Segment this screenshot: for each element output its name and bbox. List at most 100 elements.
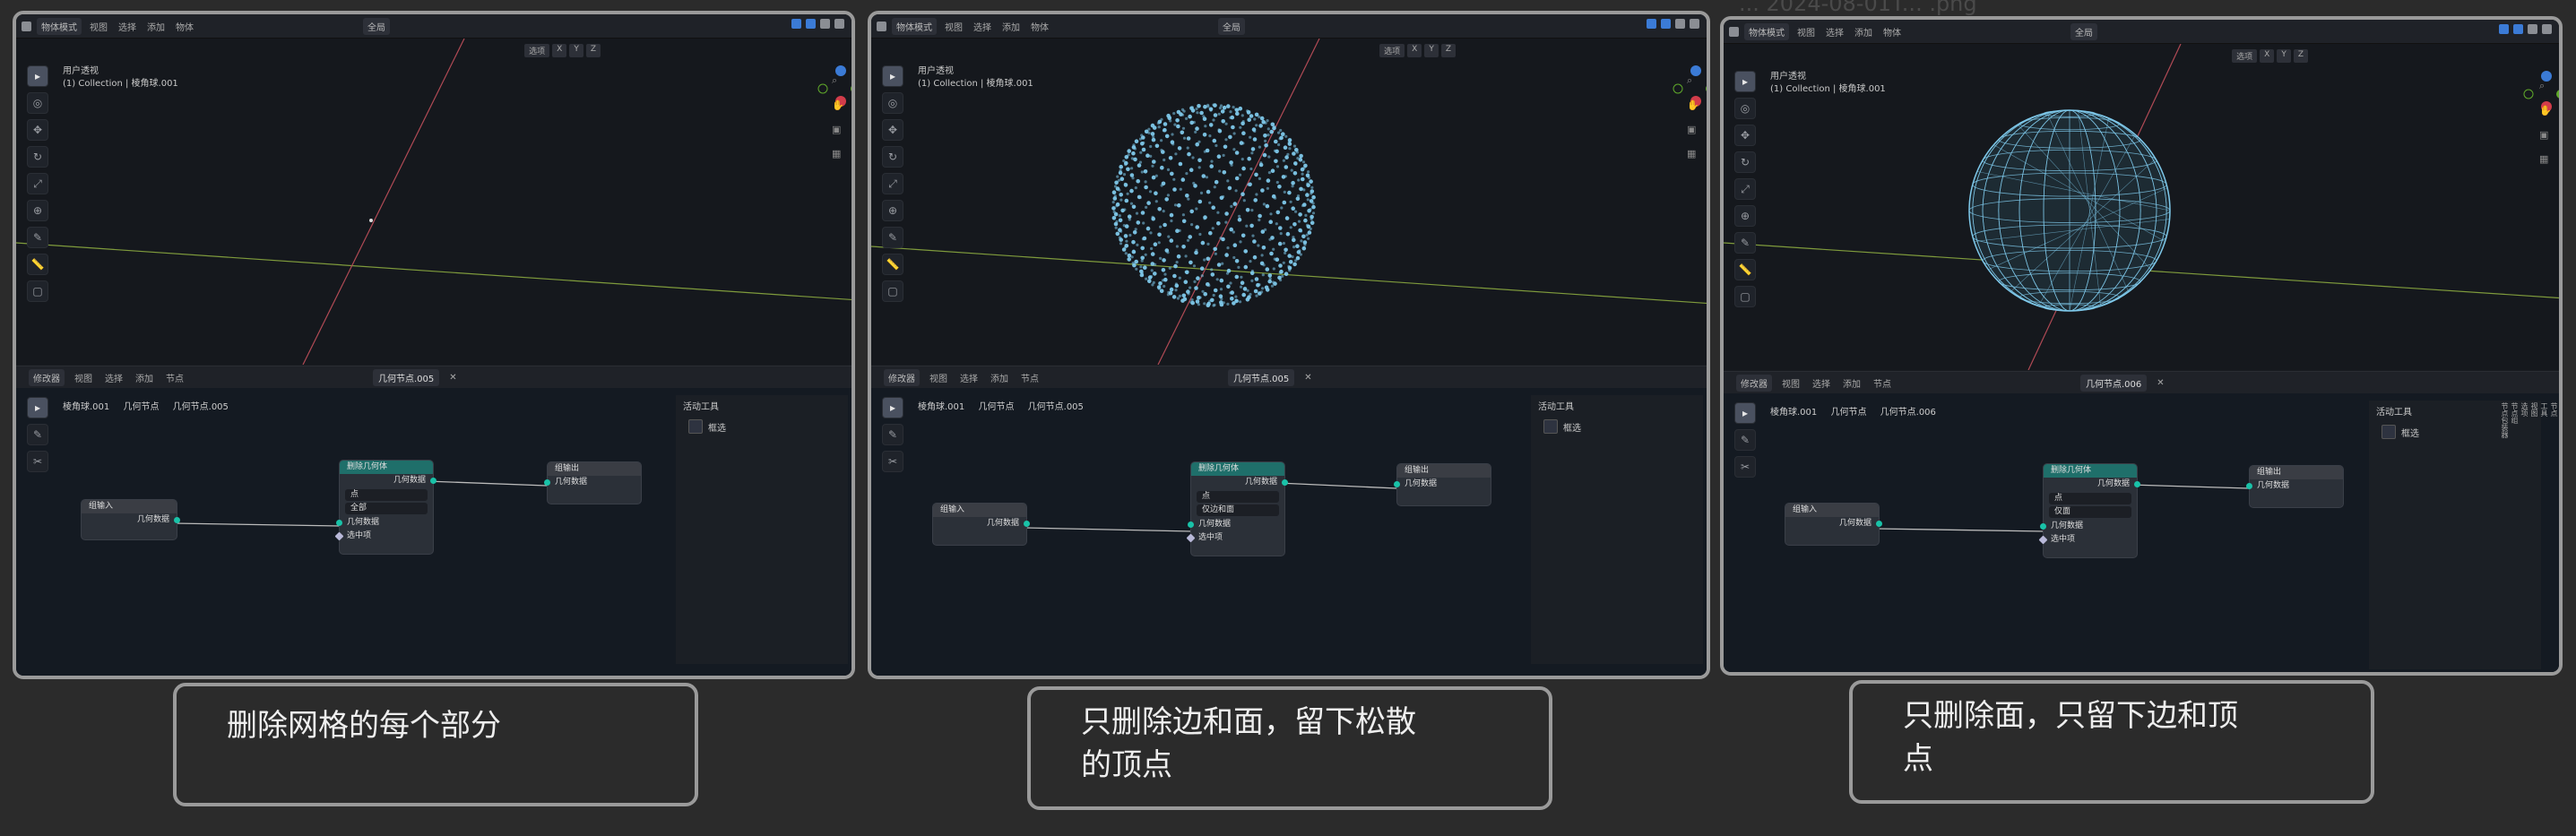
- shading-material-icon[interactable]: [834, 19, 844, 29]
- cursor-tool-icon[interactable]: ◎: [1734, 98, 1756, 119]
- ne-menu-select[interactable]: 选择: [102, 371, 125, 384]
- scale-tool-icon[interactable]: ⤢: [1734, 178, 1756, 200]
- gizmo-icon[interactable]: [1661, 19, 1671, 29]
- overlay-icon[interactable]: [1647, 19, 1656, 29]
- editor-type-icon[interactable]: [1729, 26, 1739, 37]
- domain-dropdown[interactable]: 点: [2049, 493, 2131, 504]
- cursor-tool-icon[interactable]: ◎: [27, 92, 48, 114]
- group-output-node[interactable]: 组输出 几何数据: [1394, 463, 1491, 506]
- menu-view[interactable]: 视图: [1794, 25, 1818, 39]
- axis-z-toggle[interactable]: Z: [1440, 44, 1456, 57]
- shading-solid-icon[interactable]: [2528, 24, 2537, 34]
- node-tree-selector[interactable]: 几何节点.005: [1228, 368, 1295, 386]
- domain-dropdown[interactable]: 点: [345, 489, 428, 501]
- add-cube-tool-icon[interactable]: ▢: [27, 280, 48, 302]
- zoom-icon[interactable]: ⌕: [832, 74, 846, 87]
- close-tree-icon[interactable]: ✕: [2154, 378, 2166, 388]
- zoom-icon[interactable]: ⌕: [2539, 80, 2554, 92]
- select-tool-icon[interactable]: ▸: [1734, 71, 1756, 92]
- measure-tool-icon[interactable]: 📏: [27, 254, 48, 275]
- group-input-node[interactable]: 组输入 几何数据: [81, 499, 180, 540]
- editor-mode-dropdown[interactable]: 修改器: [1736, 374, 1772, 392]
- shading-material-icon[interactable]: [2542, 24, 2552, 34]
- menu-view[interactable]: 视图: [942, 20, 965, 33]
- menu-view[interactable]: 视图: [87, 20, 110, 33]
- ne-menu-node[interactable]: 节点: [1018, 371, 1042, 384]
- annotate-tool-icon[interactable]: ✎: [27, 227, 48, 248]
- ne-menu-select[interactable]: 选择: [1810, 376, 1833, 390]
- ne-menu-view[interactable]: 视图: [1779, 376, 1802, 390]
- menu-add[interactable]: 添加: [1852, 25, 1875, 39]
- measure-tool-icon[interactable]: 📏: [1734, 259, 1756, 280]
- select-tool-icon[interactable]: ▸: [27, 65, 48, 87]
- ne-menu-node[interactable]: 节点: [1871, 376, 1894, 390]
- mode-dropdown[interactable]: 物体模式: [37, 17, 82, 35]
- group-output-node[interactable]: 组输出 几何数据: [544, 461, 642, 504]
- move-tool-icon[interactable]: ✥: [1734, 125, 1756, 146]
- editor-mode-dropdown[interactable]: 修改器: [29, 368, 65, 386]
- annotate-tool-icon[interactable]: ✎: [1734, 232, 1756, 254]
- add-cube-tool-icon[interactable]: ▢: [882, 280, 903, 302]
- axis-x-toggle[interactable]: X: [2260, 49, 2275, 63]
- delete-geometry-node[interactable]: 删除几何体 几何数据 点 仅边和面 几何数据 选中项: [1186, 461, 1288, 556]
- move-tool-icon[interactable]: ✥: [27, 119, 48, 141]
- options-button[interactable]: 选项: [524, 44, 550, 57]
- tab-options[interactable]: 选项: [2520, 402, 2529, 438]
- overlay-icon[interactable]: [791, 19, 801, 29]
- scale-tool-icon[interactable]: ⤢: [882, 173, 903, 194]
- mode-dropdown[interactable]: 物体模式: [1744, 22, 1789, 40]
- overlay-icon[interactable]: [2499, 24, 2509, 34]
- node-tree-selector[interactable]: 几何节点.006: [2080, 374, 2148, 392]
- mode-dropdown-node[interactable]: 全部: [345, 503, 428, 514]
- camera-icon[interactable]: ▣: [832, 124, 846, 135]
- 3d-viewport[interactable]: 用户透视 (1) Collection | 棱角球.001 选项 X Y Z ▸…: [1724, 44, 2559, 370]
- menu-select[interactable]: 选择: [116, 20, 139, 33]
- menu-select[interactable]: 选择: [971, 20, 994, 33]
- zoom-icon[interactable]: ⌕: [1687, 74, 1701, 87]
- node-editor-canvas[interactable]: ▸ ✎ ✂ 棱角球.001 几何节点 几何节点.005 组输入 几何数据 删除几…: [16, 388, 851, 676]
- domain-dropdown[interactable]: 点: [1197, 491, 1279, 503]
- cursor-tool-icon[interactable]: ◎: [882, 92, 903, 114]
- transform-orientation-dropdown[interactable]: 全局: [363, 17, 390, 35]
- close-tree-icon[interactable]: ✕: [1301, 373, 1314, 383]
- axis-x-toggle[interactable]: X: [552, 44, 567, 57]
- axis-y-toggle[interactable]: Y: [1424, 44, 1439, 57]
- ortho-grid-icon[interactable]: ▦: [1687, 148, 1701, 159]
- gizmo-icon[interactable]: [2513, 24, 2523, 34]
- ne-menu-view[interactable]: 视图: [927, 371, 950, 384]
- select-tool-icon[interactable]: ▸: [882, 65, 903, 87]
- tab-group[interactable]: 节点组: [2510, 402, 2520, 438]
- tab-view[interactable]: 视图: [2529, 402, 2539, 438]
- ortho-grid-icon[interactable]: ▦: [832, 148, 846, 159]
- group-input-node[interactable]: 组输入 几何数据: [1785, 503, 1882, 546]
- transform-orientation-dropdown[interactable]: 全局: [1218, 17, 1245, 35]
- editor-mode-dropdown[interactable]: 修改器: [884, 368, 920, 386]
- add-cube-tool-icon[interactable]: ▢: [1734, 286, 1756, 307]
- menu-object[interactable]: 物体: [1028, 20, 1051, 33]
- transform-tool-icon[interactable]: ⊕: [27, 200, 48, 221]
- mode-dropdown-node[interactable]: 仅边和面: [1197, 504, 1279, 516]
- 3d-viewport[interactable]: 用户透视 (1) Collection | 棱角球.001 选项 X Y Z ▸…: [871, 39, 1707, 365]
- close-tree-icon[interactable]: ✕: [446, 373, 459, 383]
- pan-hand-icon[interactable]: ✋: [1687, 99, 1701, 111]
- rotate-tool-icon[interactable]: ↻: [882, 146, 903, 168]
- camera-icon[interactable]: ▣: [1687, 124, 1701, 135]
- rotate-tool-icon[interactable]: ↻: [27, 146, 48, 168]
- delete-geometry-node[interactable]: 删除几何体 几何数据 点 全部 几何数据 选中项: [334, 460, 437, 555]
- scale-tool-icon[interactable]: ⤢: [27, 173, 48, 194]
- editor-type-icon[interactable]: [877, 21, 886, 31]
- gizmo-icon[interactable]: [806, 19, 816, 29]
- tab-tool[interactable]: 工具: [2539, 402, 2549, 438]
- editor-type-icon[interactable]: [22, 21, 31, 31]
- rotate-tool-icon[interactable]: ↻: [1734, 151, 1756, 173]
- axis-z-toggle[interactable]: Z: [2293, 49, 2308, 63]
- node-editor-canvas[interactable]: ▸ ✎ ✂ 棱角球.001 几何节点 几何节点.006 组输入 几何数据 删除几…: [1724, 393, 2559, 672]
- shading-solid-icon[interactable]: [820, 19, 830, 29]
- group-input-node[interactable]: 组输入 几何数据: [932, 503, 1030, 546]
- 3d-viewport[interactable]: 用户透视 (1) Collection | 棱角球.001 选项 X Y Z ▸…: [16, 39, 851, 365]
- ne-menu-add[interactable]: 添加: [133, 371, 156, 384]
- menu-object[interactable]: 物体: [1880, 25, 1904, 39]
- mode-dropdown[interactable]: 物体模式: [892, 17, 937, 35]
- ortho-grid-icon[interactable]: ▦: [2539, 153, 2554, 165]
- ne-menu-node[interactable]: 节点: [163, 371, 186, 384]
